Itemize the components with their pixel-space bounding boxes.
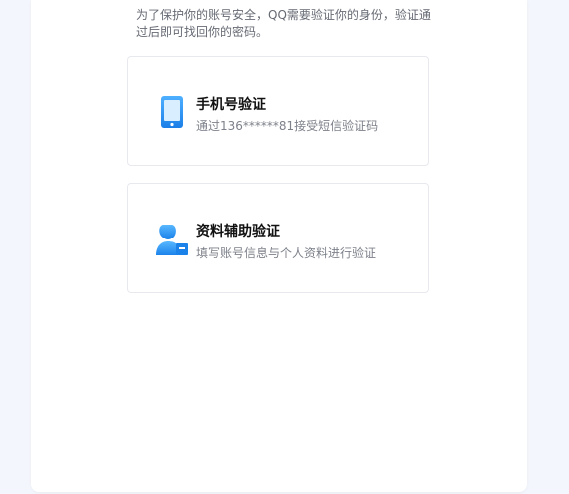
user-id-icon xyxy=(154,221,190,257)
verification-panel: 为了保护你的账号安全，QQ需要验证你的身份，验证通过后即可找回你的密码。 手机号… xyxy=(31,0,527,492)
profile-verification-option[interactable]: 资料辅助验证 填写账号信息与个人资料进行验证 xyxy=(127,183,429,293)
phone-icon xyxy=(154,94,190,130)
phone-verification-option[interactable]: 手机号验证 通过136******81接受短信验证码 xyxy=(127,56,429,166)
phone-verification-subtitle: 通过136******81接受短信验证码 xyxy=(196,119,379,133)
profile-verification-subtitle: 填写账号信息与个人资料进行验证 xyxy=(196,246,377,260)
verification-description: 为了保护你的账号安全，QQ需要验证你的身份，验证通过后即可找回你的密码。 xyxy=(136,8,431,39)
phone-verification-title: 手机号验证 xyxy=(196,97,266,113)
profile-verification-title: 资料辅助验证 xyxy=(196,224,280,240)
